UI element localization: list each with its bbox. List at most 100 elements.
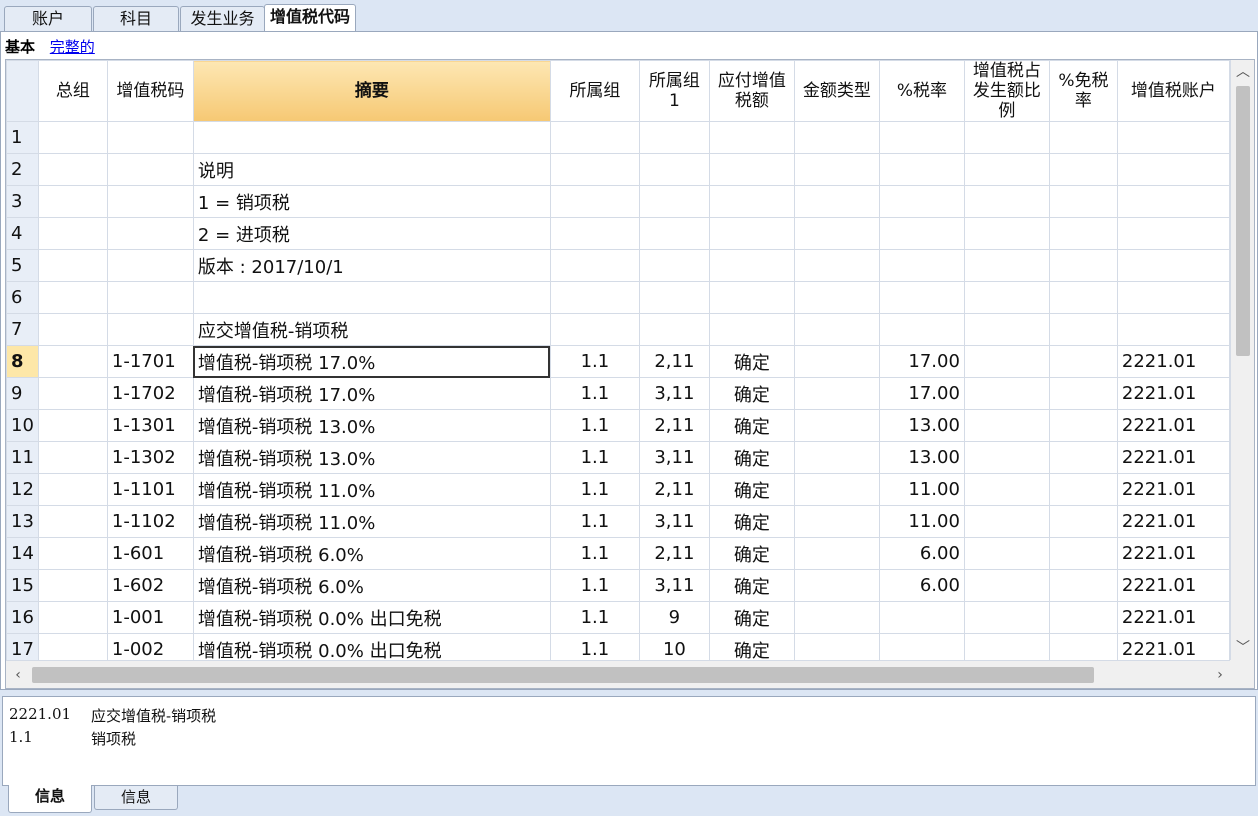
cell-vat-account[interactable]: 2221.01 <box>1116 537 1230 570</box>
cell-vat-code[interactable]: 1-1301 <box>106 409 194 442</box>
cell-gr[interactable] <box>549 313 640 346</box>
cell-vat-due[interactable] <box>708 121 795 154</box>
cell-gr1[interactable]: 2,11 <box>638 409 710 442</box>
cell-group[interactable] <box>37 345 108 378</box>
cell-description[interactable]: 2 = 进项税 <box>192 217 551 250</box>
cell-vat-account[interactable] <box>1116 281 1230 314</box>
cell-description[interactable]: 增值税-销项税 13.0% <box>192 441 551 474</box>
chevron-left-icon[interactable]: ‹ <box>6 661 30 688</box>
cell-amount-type[interactable] <box>793 441 880 474</box>
cell-vat-pct-turnover[interactable] <box>963 281 1050 314</box>
cell-description[interactable]: 增值税-销项税 17.0% <box>192 377 551 410</box>
cell-vat-code[interactable] <box>106 281 194 314</box>
tab-transactions[interactable]: 发生业务 <box>180 6 265 32</box>
cell-vat-pct-turnover[interactable] <box>963 153 1050 186</box>
cell-vat-due[interactable]: 确定 <box>708 409 795 442</box>
cell-vat-code[interactable]: 1-1102 <box>106 505 194 538</box>
cell-vat-due[interactable] <box>708 249 795 282</box>
cell-non-deductible[interactable] <box>1048 569 1118 602</box>
cell-vat-code[interactable] <box>106 249 194 282</box>
cell-non-deductible[interactable] <box>1048 217 1118 250</box>
cell-non-deductible[interactable] <box>1048 313 1118 346</box>
cell-description[interactable]: 增值税-销项税 0.0% 出口免税 <box>192 601 551 634</box>
cell-amount-type[interactable] <box>793 473 880 506</box>
cell-vat-account[interactable]: 2221.01 <box>1116 505 1230 538</box>
cell-amount-type[interactable] <box>793 121 880 154</box>
row-number[interactable]: 1 <box>6 121 39 154</box>
row-number[interactable]: 5 <box>6 249 39 282</box>
cell-group[interactable] <box>37 313 108 346</box>
view-basic[interactable]: 基本 <box>5 38 35 56</box>
cell-description[interactable] <box>192 281 551 314</box>
cell-group[interactable] <box>37 409 108 442</box>
cell-group[interactable] <box>37 441 108 474</box>
cell-vat-rate[interactable]: 17.00 <box>878 345 965 378</box>
cell-vat-rate[interactable]: 11.00 <box>878 505 965 538</box>
cell-description[interactable]: 增值税-销项税 6.0% <box>192 537 551 570</box>
cell-vat-pct-turnover[interactable] <box>963 217 1050 250</box>
cell-gr[interactable]: 1.1 <box>549 537 640 570</box>
row-number[interactable]: 12 <box>6 473 39 506</box>
cell-vat-account[interactable]: 2221.01 <box>1116 377 1230 410</box>
col-header-gr1[interactable]: 所属组1 <box>638 60 710 122</box>
cell-vat-code[interactable] <box>106 185 194 218</box>
chevron-down-icon[interactable]: ﹀ <box>1231 636 1254 660</box>
cell-vat-account[interactable] <box>1116 313 1230 346</box>
cell-vat-due[interactable]: 确定 <box>708 441 795 474</box>
cell-vat-code[interactable] <box>106 217 194 250</box>
cell-vat-pct-turnover[interactable] <box>963 249 1050 282</box>
cell-vat-account[interactable]: 2221.01 <box>1116 441 1230 474</box>
col-header-group[interactable]: 总组 <box>37 60 108 122</box>
cell-amount-type[interactable] <box>793 601 880 634</box>
cell-gr[interactable] <box>549 281 640 314</box>
cell-vat-code[interactable]: 1-001 <box>106 601 194 634</box>
cell-description[interactable]: 增值税-销项税 13.0% <box>192 409 551 442</box>
cell-gr1[interactable] <box>638 281 710 314</box>
row-number[interactable]: 6 <box>6 281 39 314</box>
row-number[interactable]: 7 <box>6 313 39 346</box>
cell-vat-account[interactable] <box>1116 185 1230 218</box>
horizontal-scrollbar[interactable]: ‹ › <box>6 660 1232 688</box>
cell-gr[interactable]: 1.1 <box>549 345 640 378</box>
cell-vat-rate[interactable]: 11.00 <box>878 473 965 506</box>
cell-description[interactable]: 增值税-销项税 17.0% <box>192 345 551 378</box>
cell-gr1[interactable]: 3,11 <box>638 377 710 410</box>
cell-description[interactable]: 1 = 销项税 <box>192 185 551 218</box>
cell-vat-pct-turnover[interactable] <box>963 569 1050 602</box>
cell-vat-account[interactable]: 2221.01 <box>1116 569 1230 602</box>
col-header-gr[interactable]: 所属组 <box>549 60 640 122</box>
cell-description[interactable]: 增值税-销项税 6.0% <box>192 569 551 602</box>
cell-vat-account[interactable] <box>1116 153 1230 186</box>
cell-gr[interactable]: 1.1 <box>549 441 640 474</box>
col-header-vat-rate[interactable]: %税率 <box>878 60 965 122</box>
table-row[interactable]: 3 1 = 销项税 <box>6 185 1230 218</box>
cell-vat-due[interactable]: 确定 <box>708 345 795 378</box>
cell-group[interactable] <box>37 249 108 282</box>
cell-amount-type[interactable] <box>793 505 880 538</box>
cell-vat-rate[interactable]: 13.00 <box>878 409 965 442</box>
cell-vat-code[interactable] <box>106 121 194 154</box>
cell-vat-rate[interactable] <box>878 121 965 154</box>
cell-gr[interactable]: 1.1 <box>549 409 640 442</box>
table-row[interactable]: 10 1-1301 增值税-销项税 13.0% 1.1 2,11 确定 13.00 2221.… <box>6 409 1230 442</box>
cell-vat-account[interactable]: 2221.01 <box>1116 345 1230 378</box>
cell-vat-rate[interactable] <box>878 217 965 250</box>
cell-description[interactable]: 增值税-销项税 11.0% <box>192 473 551 506</box>
cell-description[interactable] <box>192 121 551 154</box>
row-number[interactable]: 2 <box>6 153 39 186</box>
table-row[interactable]: 12 1-1101 增值税-销项税 11.0% 1.1 2,11 确定 11.00 2221.… <box>6 473 1230 506</box>
cell-vat-pct-turnover[interactable] <box>963 121 1050 154</box>
cell-vat-account[interactable] <box>1116 217 1230 250</box>
vertical-scrollbar[interactable]: ︿ ﹀ <box>1230 60 1254 660</box>
cell-amount-type[interactable] <box>793 409 880 442</box>
row-number[interactable]: 4 <box>6 217 39 250</box>
cell-gr1[interactable]: 3,11 <box>638 505 710 538</box>
cell-vat-pct-turnover[interactable] <box>963 185 1050 218</box>
cell-vat-code[interactable]: 1-1302 <box>106 441 194 474</box>
cell-vat-due[interactable] <box>708 217 795 250</box>
col-header-amount-type[interactable]: 金额类型 <box>793 60 880 122</box>
cell-vat-code[interactable] <box>106 313 194 346</box>
cell-non-deductible[interactable] <box>1048 377 1118 410</box>
chevron-up-icon[interactable]: ︿ <box>1231 60 1254 84</box>
cell-group[interactable] <box>37 185 108 218</box>
